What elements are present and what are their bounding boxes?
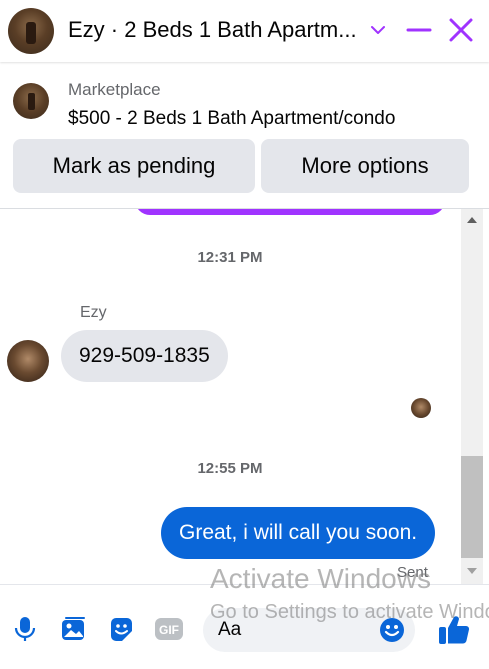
sticker-icon[interactable] [106, 613, 136, 645]
listing-title[interactable]: $500 - 2 Beds 1 Bath Apartment/condo [68, 108, 395, 130]
more-options-button[interactable]: More options [261, 139, 469, 193]
incoming-message[interactable]: 929-509-1835 [61, 330, 228, 382]
minimize-icon[interactable] [406, 18, 432, 42]
photo-icon[interactable] [58, 613, 88, 645]
marketplace-label: Marketplace [68, 80, 161, 99]
chat-title[interactable]: Ezy · 2 Beds 1 Bath Apartm... [68, 16, 368, 44]
chevron-down-icon[interactable] [368, 18, 388, 42]
timestamp: 12:31 PM [197, 249, 263, 266]
seen-indicator-avatar [411, 398, 431, 418]
contact-avatar[interactable] [8, 8, 54, 54]
previous-outgoing-message[interactable] [135, 209, 445, 215]
activate-windows-watermark: Activate Windows [210, 563, 431, 594]
sender-avatar[interactable] [7, 340, 49, 382]
scroll-up-arrow-icon[interactable] [461, 209, 483, 231]
timestamp: 12:55 PM [197, 460, 263, 477]
mark-as-pending-button[interactable]: Mark as pending [13, 139, 255, 193]
gif-icon[interactable]: GIF [154, 613, 184, 645]
outgoing-message[interactable]: Great, i will call you soon. [161, 507, 436, 559]
sender-name: Ezy [80, 304, 107, 321]
activate-windows-subtext: Go to Settings to activate Windows. [210, 601, 489, 623]
close-icon[interactable] [447, 16, 475, 44]
listing-thumbnail[interactable] [13, 83, 49, 119]
scrollbar-thumb[interactable] [461, 456, 483, 558]
svg-text:GIF: GIF [159, 623, 179, 637]
message-list[interactable]: 12:31 PM Ezy 929-509-1835 12:55 PM Great… [0, 209, 460, 584]
microphone-icon[interactable] [10, 613, 40, 645]
scroll-down-arrow-icon[interactable] [461, 560, 483, 582]
